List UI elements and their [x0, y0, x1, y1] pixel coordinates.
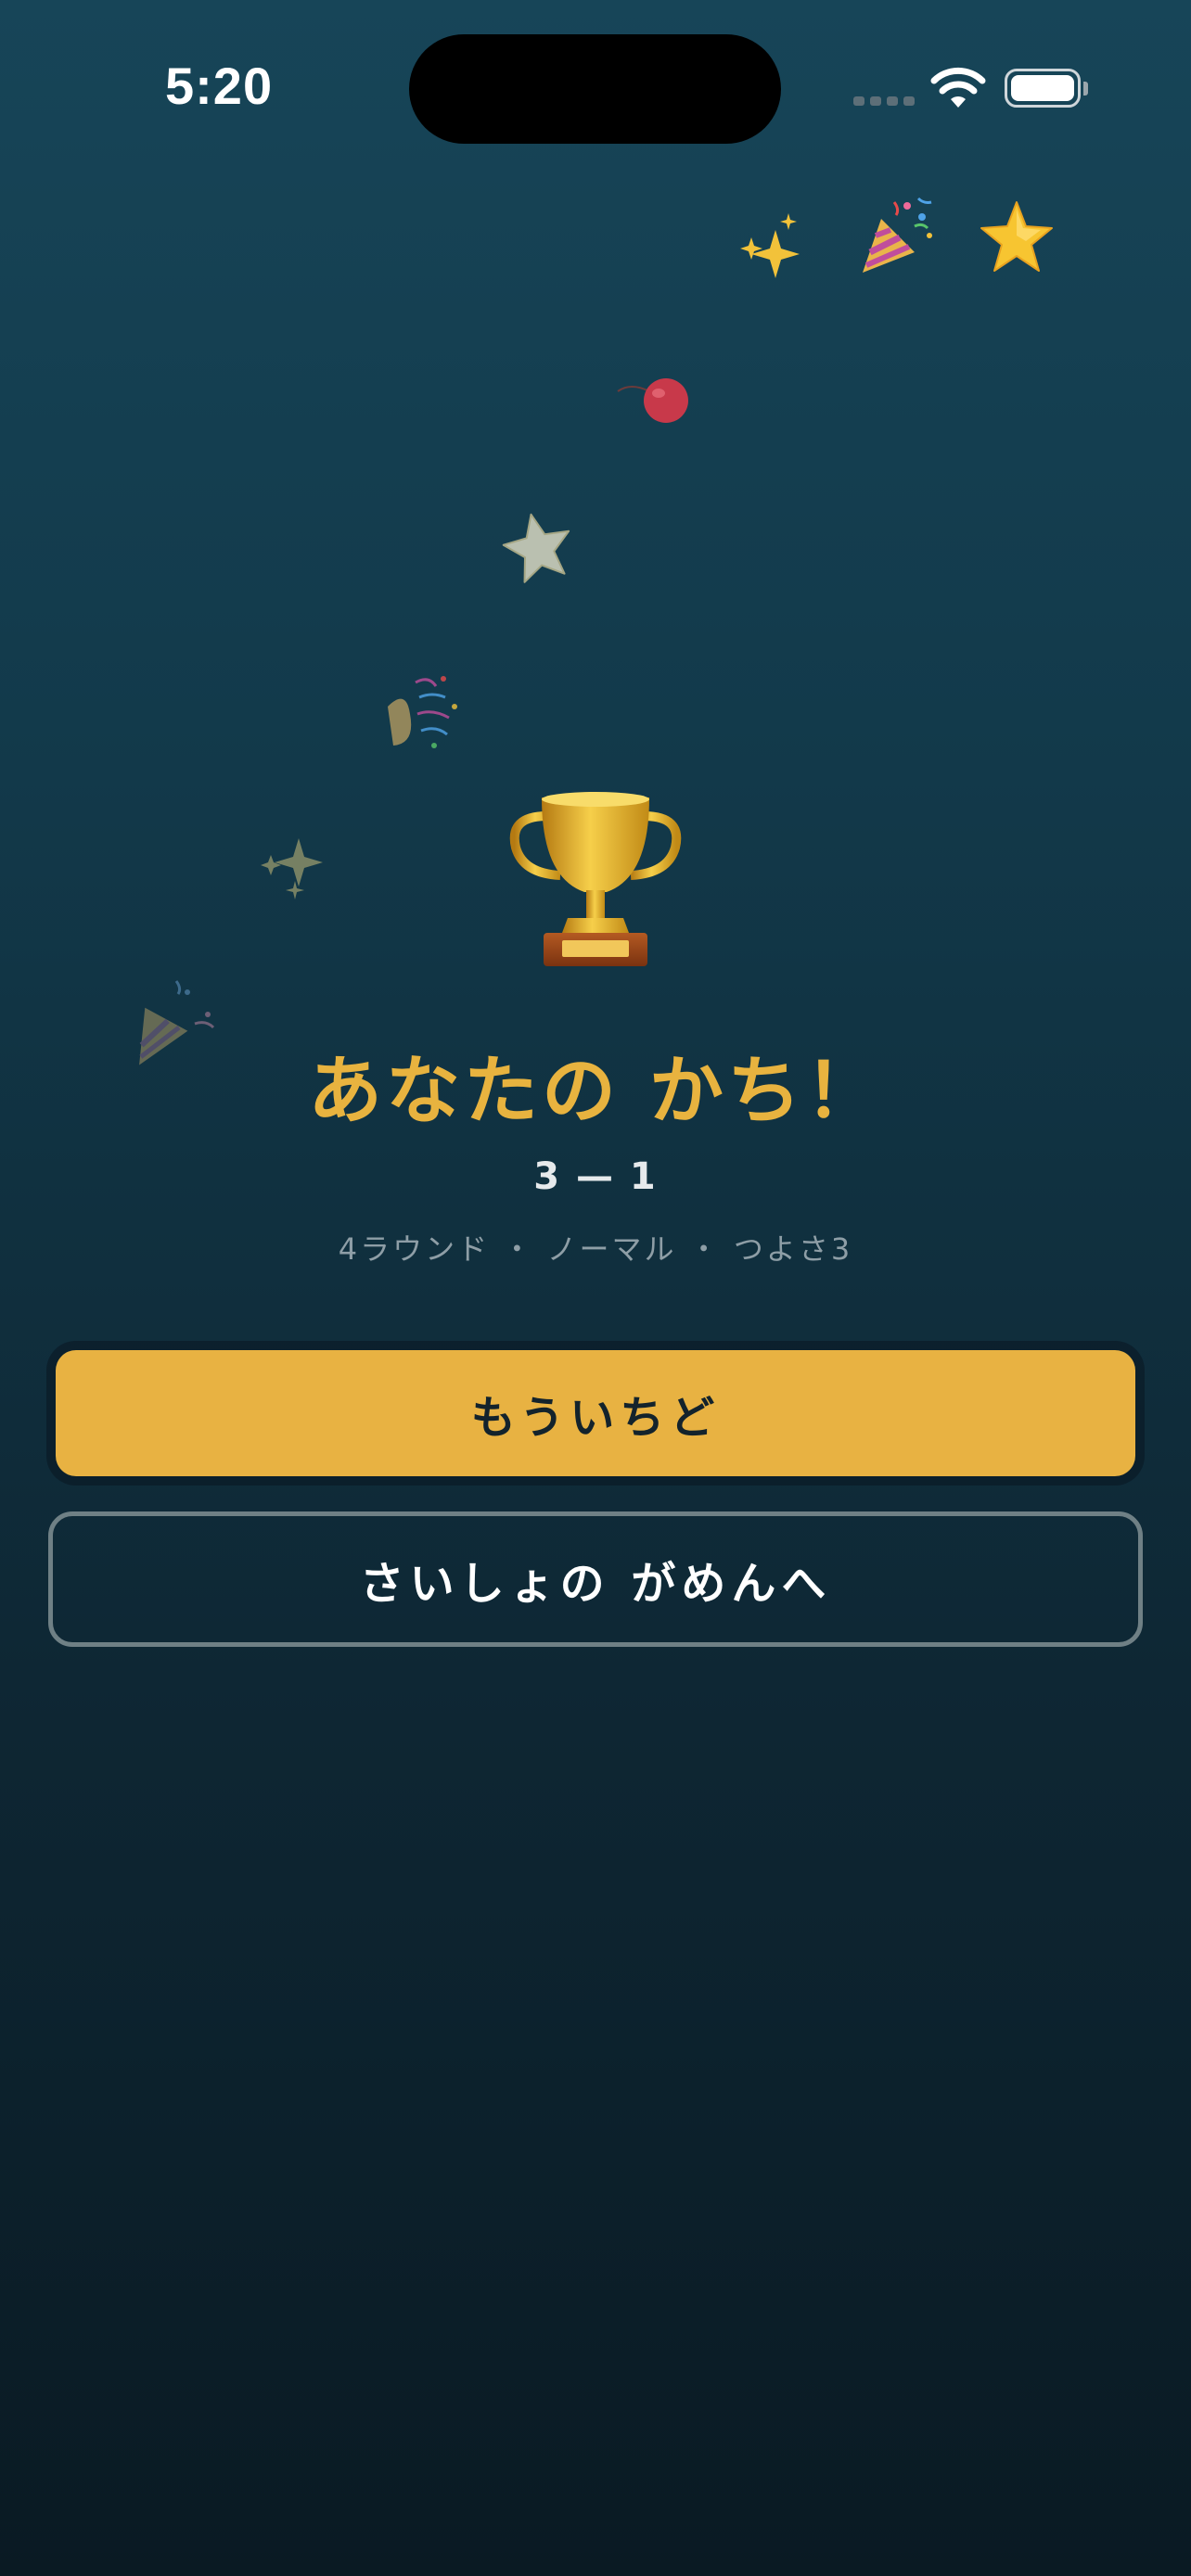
dynamic-island — [409, 34, 781, 144]
confetti-icon — [388, 676, 457, 748]
battery-cap — [1083, 82, 1088, 96]
balloon-icon — [617, 378, 688, 423]
star-icon — [980, 201, 1053, 272]
battery-icon — [1005, 69, 1081, 108]
match-details: 4ラウンド ・ ノーマル ・ つよさ3 — [338, 1231, 853, 1267]
score-display: 3 — 1 — [533, 1155, 658, 1198]
party-popper-icon — [863, 197, 932, 273]
result-title: あなたの かち！ — [308, 1048, 883, 1134]
trophy-icon — [509, 792, 682, 966]
cellular-signal-icon — [853, 96, 915, 106]
status-time: 5:20 — [165, 57, 274, 115]
sparkles-icon — [740, 213, 800, 278]
retry-button[interactable]: もういちど — [56, 1350, 1135, 1476]
star-icon — [502, 513, 570, 583]
sparkles-icon — [261, 838, 323, 899]
wifi-icon — [930, 67, 986, 108]
back-to-start-button[interactable]: さいしょの がめんへ — [48, 1511, 1143, 1647]
